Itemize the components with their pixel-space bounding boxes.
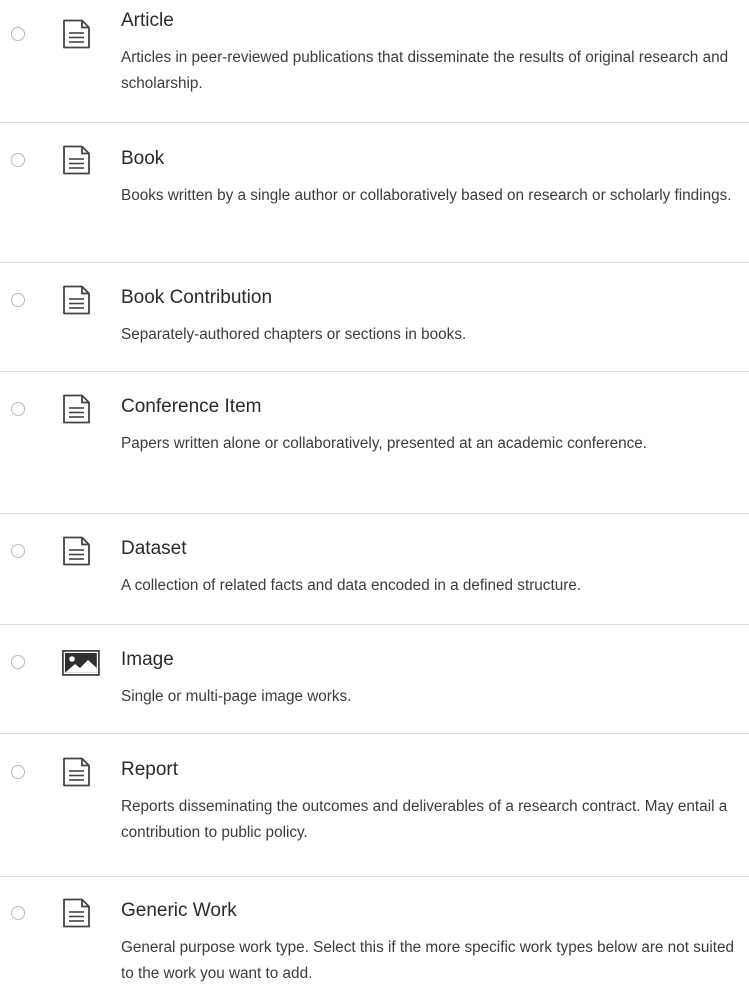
radio-button[interactable]: [11, 544, 25, 558]
divider: [0, 513, 749, 514]
work-type-title: Conference Item: [121, 396, 262, 417]
work-type-title: Report: [121, 759, 179, 780]
document-icon: [62, 536, 100, 566]
divider: [0, 371, 749, 372]
work-type-description: Books written by a single author or coll…: [121, 187, 732, 204]
work-type-description: General purpose work type. Select this i…: [121, 939, 735, 982]
work-type-description: Single or multi-page image works.: [121, 688, 352, 705]
radio-button[interactable]: [11, 402, 25, 416]
document-icon: [62, 757, 100, 787]
work-type-description: Reports disseminating the outcomes and d…: [121, 798, 728, 841]
work-type-description: A collection of related facts and data e…: [121, 577, 582, 594]
document-icon: [62, 898, 100, 928]
work-type-title: Dataset: [121, 538, 187, 559]
radio-button[interactable]: [11, 655, 25, 669]
work-type-title: Article: [121, 10, 174, 31]
work-type-title: Image: [121, 649, 174, 670]
divider: [0, 876, 749, 877]
radio-button[interactable]: [11, 27, 25, 41]
divider: [0, 122, 749, 123]
work-type-description: Papers written alone or collaboratively,…: [121, 435, 648, 452]
work-type-title: Book Contribution: [121, 287, 273, 308]
divider: [0, 262, 749, 263]
radio-button[interactable]: [11, 906, 25, 920]
image-icon: [62, 649, 100, 679]
work-type-description: Articles in peer-reviewed publications t…: [121, 49, 729, 92]
divider: [0, 624, 749, 625]
divider: [0, 733, 749, 734]
document-icon: [62, 394, 100, 424]
work-type-description: Separately-authored chapters or sections…: [121, 326, 467, 343]
radio-button[interactable]: [11, 293, 25, 307]
document-icon: [62, 19, 100, 49]
work-type-title: Generic Work: [121, 900, 237, 921]
document-icon: [62, 285, 100, 315]
radio-button[interactable]: [11, 765, 25, 779]
document-icon: [62, 145, 100, 175]
work-type-title: Book: [121, 148, 165, 169]
radio-button[interactable]: [11, 153, 25, 167]
